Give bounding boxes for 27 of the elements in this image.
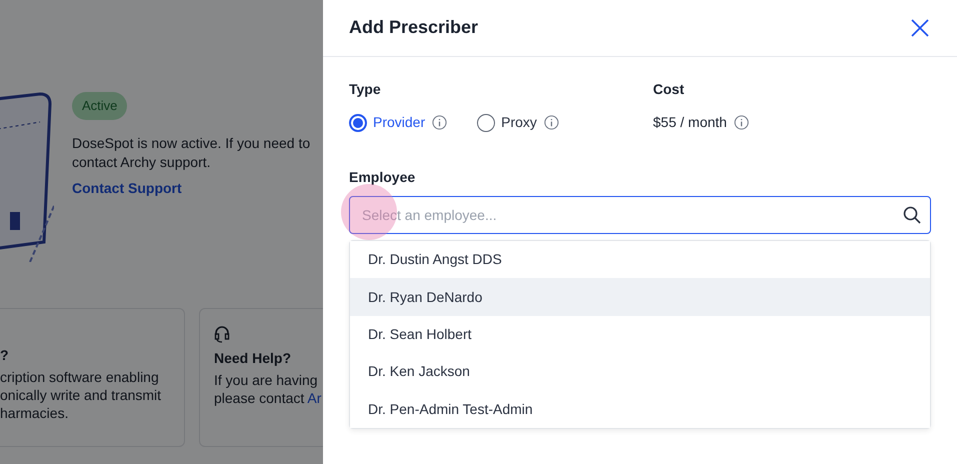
card-title: Need Help? <box>214 350 292 367</box>
contact-support-link[interactable]: Contact Support <box>72 180 182 196</box>
info-icon <box>432 115 448 130</box>
dropdown-option[interactable]: Dr. Ryan DeNardo <box>350 278 930 316</box>
support-link[interactable]: Ar <box>307 390 322 406</box>
cost-value: $55 / month <box>653 113 727 132</box>
info-icon <box>544 115 559 130</box>
field-label: Employee <box>349 168 416 187</box>
info-icon <box>734 115 749 130</box>
close-button[interactable] <box>909 17 931 39</box>
field-label: Cost <box>653 80 686 99</box>
headset-icon <box>214 325 230 344</box>
dropdown-option[interactable]: Dr. Ken Jackson <box>350 353 930 391</box>
field-label: Type <box>349 80 382 99</box>
search-icon <box>903 206 921 224</box>
radio-option[interactable]: Provider <box>349 112 426 133</box>
card-title: ? <box>0 347 10 364</box>
status-message: DoseSpot is now active. If you need to contact Archy support. <box>72 134 310 172</box>
radio-option[interactable]: Proxy <box>477 112 537 133</box>
drawer-title: Add Prescriber <box>349 17 478 39</box>
dropdown-option[interactable]: Dr. Pen-Admin Test-Admin <box>350 390 930 428</box>
employee-search-field[interactable]: Select an employee... <box>349 196 931 234</box>
status-badge: Active <box>72 92 128 120</box>
card-text: cription software enabling onically write and transmit harmacies. <box>0 368 162 422</box>
dropdown-option[interactable]: Dr. Sean Holbert <box>350 316 930 354</box>
dropdown-option[interactable]: Dr. Dustin Angst DDS <box>350 241 930 278</box>
card-text: If you are having please contact Ar <box>214 370 322 407</box>
